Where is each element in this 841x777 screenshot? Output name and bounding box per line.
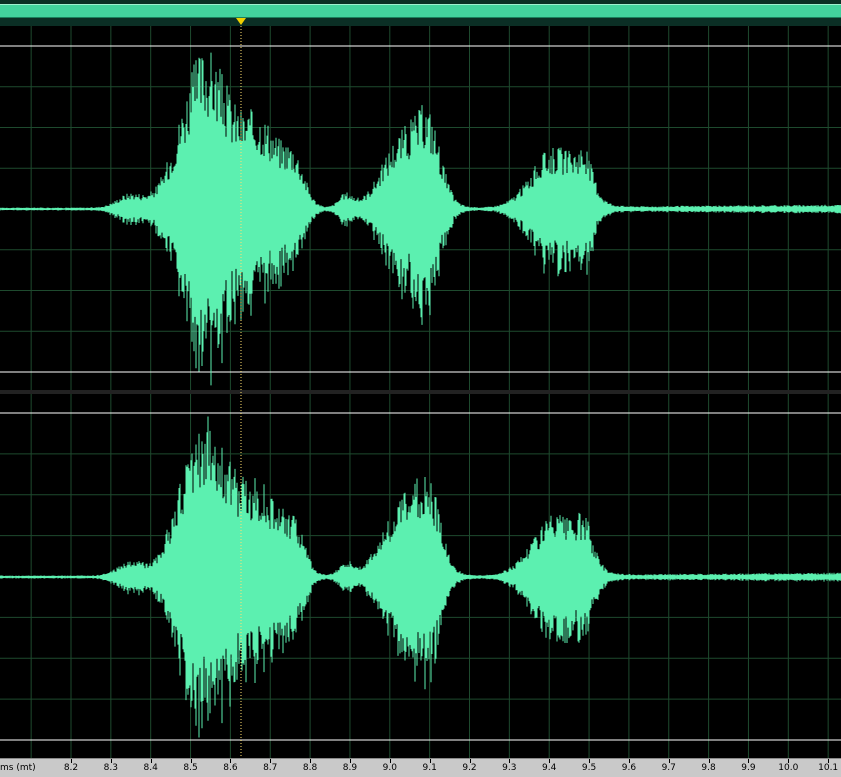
ruler-tick-label: 9.9: [741, 763, 756, 773]
ruler-tick: [350, 759, 351, 763]
ruler-tick: [629, 759, 630, 763]
ruler-tick-label: 9.7: [661, 763, 676, 773]
ruler-tick: [509, 759, 510, 763]
ruler-tick: [748, 759, 749, 763]
playhead-marker-icon[interactable]: [236, 18, 246, 25]
ruler-tick: [71, 759, 72, 763]
ruler-unit-label: ms (mt): [0, 763, 36, 773]
overview-bar[interactable]: [0, 0, 841, 26]
ruler-tick: [430, 759, 431, 763]
ruler-tick-label: 8.2: [63, 763, 79, 773]
waveform-display[interactable]: [0, 26, 841, 758]
ruler-tick: [709, 759, 710, 763]
ruler-tick-label: 10.0: [778, 763, 799, 773]
time-ruler[interactable]: ms (mt) 8.2 8.3 8.4 8.5 8.6 8.7 8.8 8.9 9.0 9.1 9.…: [0, 758, 841, 777]
ruler-tick: [828, 759, 829, 763]
ruler-tick-label: 8.7: [263, 763, 278, 773]
ruler-tick-label: 9.3: [502, 763, 517, 773]
ruler-tick: [788, 759, 789, 763]
ruler-tick-label: 8.3: [103, 763, 119, 773]
ruler-tick-label: 9.0: [382, 763, 397, 773]
ruler-tick: [390, 759, 391, 763]
ruler-tick-label: 9.2: [462, 763, 477, 773]
ruler-tick-label: 8.5: [183, 763, 198, 773]
overview-selection[interactable]: [0, 4, 841, 18]
ruler-tick: [470, 759, 471, 763]
ruler-tick-label: 9.5: [581, 763, 597, 773]
ruler-tick-label: 9.1: [422, 763, 437, 773]
ruler-tick-label: 10.1: [818, 763, 839, 773]
ruler-tick-label: 8.4: [143, 763, 158, 773]
ruler-tick: [151, 759, 152, 763]
ruler-tick-label: 9.6: [621, 763, 637, 773]
ruler-tick: [549, 759, 550, 763]
ruler-tick-label: 9.4: [542, 763, 557, 773]
ruler-tick: [310, 759, 311, 763]
ruler-tick-label: 8.6: [223, 763, 238, 773]
ruler-tick: [191, 759, 192, 763]
ruler-tick-label: 8.9: [342, 763, 358, 773]
ruler-tick-label: 9.8: [701, 763, 716, 773]
ruler-tick: [669, 759, 670, 763]
ruler-tick: [589, 759, 590, 763]
ruler-tick: [230, 759, 231, 763]
ruler-tick-label: 8.8: [302, 763, 318, 773]
ruler-tick: [111, 759, 112, 763]
ruler-tick: [270, 759, 271, 763]
